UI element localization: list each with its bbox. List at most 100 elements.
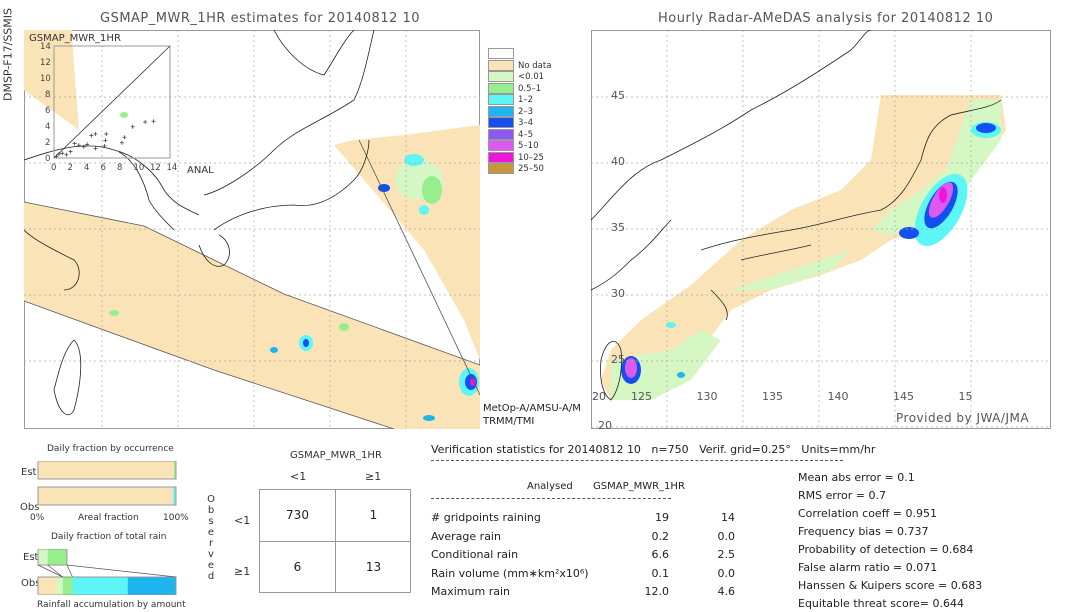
swath-label-tmi: TRMM/TMI — [483, 416, 535, 427]
inset-ytick: 4 — [45, 122, 51, 132]
legend-swatch — [488, 71, 514, 82]
inset-xtick: 6 — [100, 163, 106, 173]
col-header-analysed: Analysed — [527, 481, 573, 492]
inset-xtick: 14 — [166, 163, 178, 173]
observed-letter: s — [208, 516, 214, 527]
stats-row-label: Rain volume (mm∗km²x10⁶) — [431, 566, 589, 580]
lon-label: 140 — [827, 390, 849, 403]
observed-letter: e — [207, 527, 215, 538]
stats-analysed-value: 0.1 — [651, 566, 670, 580]
stats-row-label: # gridpoints raining — [431, 511, 541, 524]
lon-label: 145 — [893, 390, 914, 403]
lon-label: 15 — [958, 390, 973, 403]
rain-bar-obs-seg — [72, 577, 128, 595]
lat-label: 40 — [611, 155, 625, 168]
legend-label: 2–3 — [518, 106, 534, 117]
row-label-ge1: ≥1 — [234, 565, 251, 578]
legend-swatch — [488, 117, 514, 128]
rain-link — [66, 564, 177, 578]
col-label-lt1: <1 — [290, 470, 307, 483]
lat-label: 20 — [598, 419, 612, 432]
legend-label: 25–50 — [518, 164, 544, 174]
observed-letter: r — [208, 538, 214, 549]
rain-bar-obs-seg — [62, 577, 73, 595]
score-line: Correlation coeff = 0.951 — [798, 507, 937, 520]
legend-swatch — [488, 128, 514, 140]
occ-est-label: Est — [21, 467, 37, 478]
total-rain-footer: Rainfall accumulation by amount — [37, 600, 186, 610]
stats-gsmap-value: 4.6 — [717, 585, 736, 598]
legend-label: 5–10 — [518, 141, 539, 151]
verification-title: Verification statistics for 20140812 10 … — [431, 443, 876, 456]
legend-label: <0.01 — [518, 72, 545, 82]
rain-bar-obs-seg — [127, 577, 176, 595]
occ-x-right: 100% — [163, 513, 189, 523]
cell-obs-lt1-est-lt1: 730 — [286, 508, 309, 522]
inset-xtick: 4 — [84, 163, 90, 173]
cell-obs-ge1-est-ge1: 13 — [365, 560, 382, 574]
occurrence-title: Daily fraction by occurrence — [47, 444, 174, 454]
legend-label: 3–4 — [518, 118, 534, 128]
lat-label: 25 — [611, 353, 625, 366]
rain-bar-est-seg — [47, 549, 67, 565]
score-line: RMS error = 0.7 — [798, 489, 886, 502]
occ-x-mid: Areal fraction — [78, 513, 139, 523]
stats-row-label: Conditional rain — [431, 548, 519, 561]
col-header-gsmap: GSMAP_MWR_1HR — [593, 481, 685, 492]
legend-swatch — [488, 48, 514, 59]
occ-bar-nodata — [38, 487, 174, 505]
legend-label: 1–2 — [518, 95, 534, 105]
legend-label: 4–5 — [518, 129, 534, 140]
stats-gsmap-value: 0.0 — [717, 529, 736, 543]
stats-gsmap-value: 2.5 — [717, 548, 736, 561]
inset-xlabel: ANAL — [187, 165, 214, 176]
inset-xtick: 10 — [133, 163, 145, 173]
stats-analysed-value: 12.0 — [644, 585, 670, 598]
contingency-header: GSMAP_MWR_1HR — [290, 450, 382, 461]
left-map-title: GSMAP_MWR_1HR estimates for 20140812 10 — [100, 11, 421, 26]
cell-obs-lt1-est-ge1: 1 — [369, 508, 378, 522]
stats-row-label: Average rain — [431, 529, 501, 543]
lon-label: 125 — [631, 390, 652, 403]
score-line: Probability of detection = 0.684 — [798, 543, 974, 556]
rain-bar-est-seg — [38, 549, 48, 565]
observed-letter: e — [207, 560, 215, 571]
inset-xtick: 8 — [117, 163, 123, 173]
lon-label: 135 — [762, 390, 783, 403]
inset-ytick: 10 — [40, 74, 51, 84]
inset-ytick: 8 — [45, 90, 51, 100]
observed-letter: b — [207, 505, 215, 516]
right-map — [591, 30, 1051, 429]
inset-ytick: 0 — [45, 154, 51, 164]
legend-swatch — [488, 82, 514, 94]
lat-label: 45 — [611, 89, 625, 102]
inset-xtick: 12 — [150, 163, 161, 173]
legend-swatch — [488, 94, 514, 105]
inset-ytick: 6 — [45, 106, 51, 116]
score-line: Hanssen & Kuipers score = 0.683 — [798, 579, 983, 592]
rain-bar-obs-seg — [55, 577, 63, 595]
data-credit: Provided by JWA/JMA — [896, 411, 1030, 425]
swath-label-amsu: MetOp-A/AMSU-A/M — [483, 403, 581, 414]
observed-vertical-label: Observed — [206, 494, 216, 582]
score-line: Mean abs error = 0.1 — [798, 471, 915, 484]
legend-swatch — [488, 59, 514, 71]
inset-ytick: 12 — [40, 58, 51, 68]
left-map — [24, 30, 480, 429]
legend-swatch — [488, 151, 514, 163]
observed-letter: d — [207, 571, 215, 582]
score-line: Equitable threat score= 0.644 — [798, 597, 964, 610]
observed-letter: v — [208, 549, 214, 560]
rain-bar-obs-seg — [38, 577, 56, 595]
cell-obs-ge1-est-lt1: 6 — [293, 560, 302, 574]
occurrence-bars — [37, 461, 177, 506]
right-map-title: Hourly Radar-AMeDAS analysis for 2014081… — [658, 11, 994, 26]
contingency-table: 730 1 6 13 — [259, 489, 411, 593]
legend-swatch — [488, 140, 514, 151]
inset-ytick: 2 — [45, 138, 51, 148]
observed-letter: O — [207, 494, 215, 505]
occ-bar-nodata — [38, 461, 174, 479]
legend-label: 0.5–1 — [518, 83, 542, 94]
inset-ytick: 14 — [40, 42, 51, 52]
legend-swatch — [488, 163, 514, 174]
